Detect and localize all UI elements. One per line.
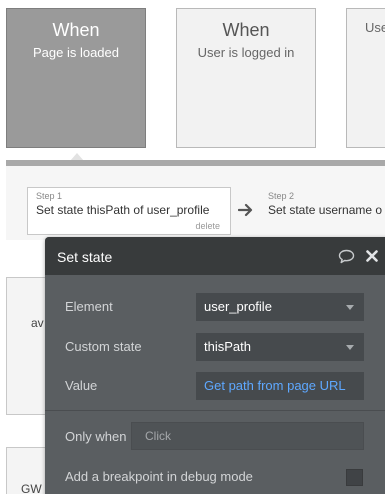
close-icon[interactable] [366, 250, 378, 262]
event-title: When [52, 20, 100, 40]
only-when-label: Only when [65, 429, 127, 444]
event-subtitle: Page is loaded [32, 45, 119, 60]
value-expression-field[interactable]: Get path from page URL [196, 372, 364, 400]
background-element-text: GW [21, 482, 42, 494]
breakpoint-label: Add a breakpoint in debug mode [65, 469, 253, 484]
chevron-down-icon [346, 305, 354, 310]
event-card-user-logged-in[interactable]: When User is logged in [176, 8, 316, 148]
step-2-card[interactable]: Step 2 Set state username o [259, 187, 385, 235]
background-element-box: av [6, 277, 50, 415]
background-element-box: GW [6, 447, 50, 494]
element-value: user_profile [204, 299, 272, 314]
delete-step-link[interactable]: delete [195, 221, 220, 231]
step-label: Step 1 [36, 191, 63, 201]
custom-state-value: thisPath [204, 339, 251, 354]
event-subtitle: Use [365, 20, 385, 35]
step-1-card[interactable]: Step 1 Set state thisPath of user_profil… [27, 187, 231, 235]
step-text: Set state username o [268, 203, 383, 217]
value-label: Value [65, 378, 98, 393]
element-label: Element [65, 299, 113, 314]
set-state-panel: Set state Element user_profile Custom st… [45, 237, 385, 494]
event-subtitle: User is logged in [197, 45, 295, 60]
step-text: Set state thisPath of user_profile [36, 203, 210, 217]
only-when-input[interactable]: Click [131, 422, 364, 450]
element-dropdown[interactable]: user_profile [196, 293, 364, 321]
event-card-page-loaded[interactable]: When Page is loaded [6, 8, 146, 148]
custom-state-label: Custom state [65, 339, 142, 354]
background-element-text: av [31, 316, 44, 330]
arrow-right-icon [238, 203, 253, 217]
panel-title: Set state [57, 249, 113, 265]
breakpoint-checkbox[interactable] [346, 469, 363, 486]
panel-divider [45, 410, 385, 411]
only-when-placeholder: Click [145, 429, 171, 443]
custom-state-dropdown[interactable]: thisPath [196, 333, 364, 361]
workflow-editor: When Page is loaded When User is logged … [0, 0, 385, 494]
chevron-down-icon [346, 345, 354, 350]
panel-header: Set state [45, 237, 385, 275]
comment-icon[interactable] [338, 249, 355, 264]
event-card-truncated[interactable]: Use [346, 8, 385, 148]
step-label: Step 2 [268, 191, 295, 201]
event-title: When [222, 20, 270, 40]
value-link[interactable]: Get path from page URL [204, 378, 346, 393]
